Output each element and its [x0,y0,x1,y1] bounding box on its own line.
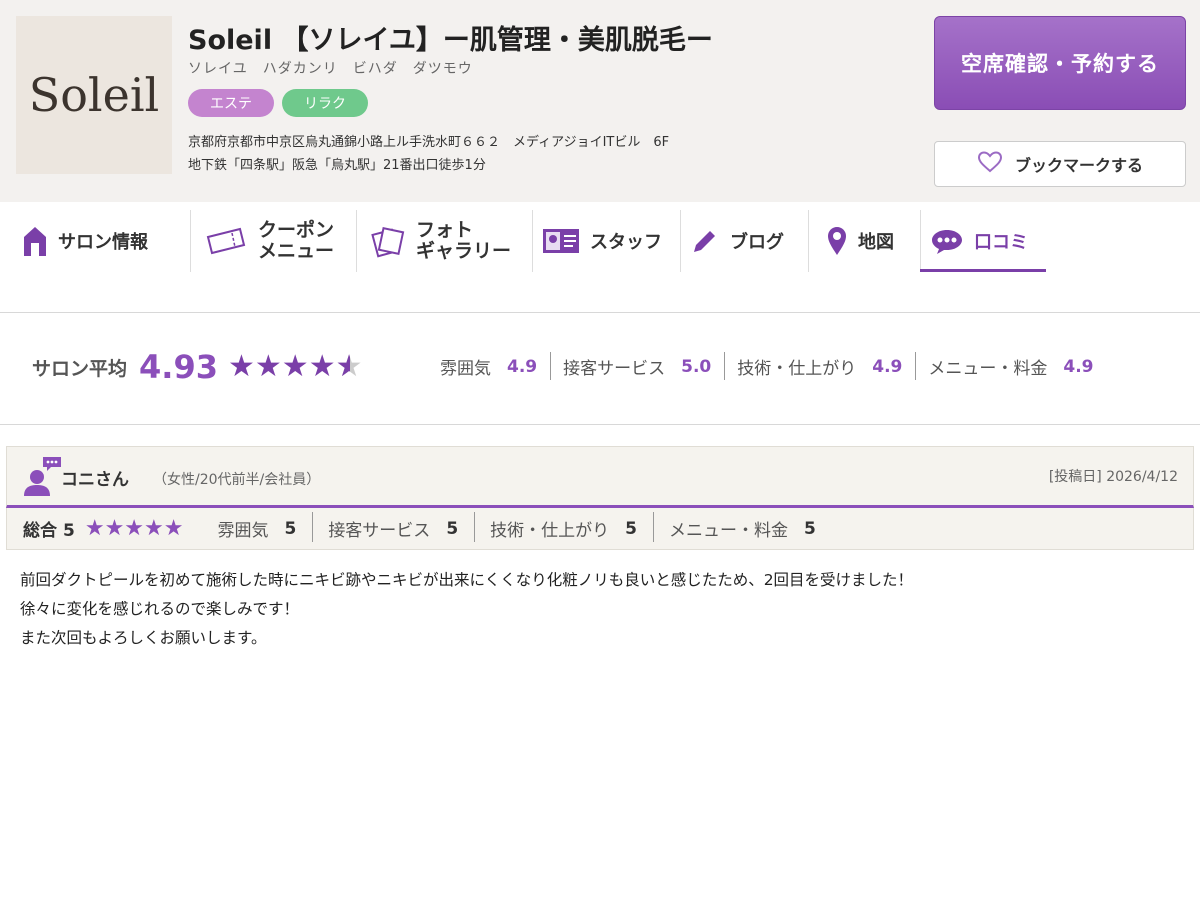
home-icon [22,224,48,258]
star-icon: ★ [254,349,282,384]
tab-reviews[interactable]: 口コミ [920,210,1046,272]
salon-access: 地下鉄「四条駅」阪急「烏丸駅」21番出口徒歩1分 [188,158,486,173]
genre-tags: エステ リラク [188,89,368,117]
coupon-icon [204,225,248,257]
tab-label: クーポン メニュー [258,219,335,262]
post-date: [投稿日] 2026/4/12 [1048,469,1178,485]
review-stars: ★★★★★ [84,516,184,541]
pencil-icon [690,226,720,256]
divider [0,312,1200,313]
star-icon: ★ [281,349,309,384]
star-icon: ★ [227,349,255,384]
category-atmosphere: 雰囲気 4.9 [440,356,538,380]
tab-label: フォト ギャラリー [416,219,512,262]
reviewer-meta: （女性/20代前半/会社員） [153,472,321,488]
staff-card-icon [542,227,580,255]
tag-esthe: エステ [188,89,274,117]
speech-bubble-icon [930,227,964,255]
review-line: 前回ダクトピールを初めて施術した時にニキビ跡やニキビが出来にくくなり化粧ノリも良… [20,571,914,589]
review-line: また次回もよろしくお願いします。 [20,629,267,647]
tab-salon-info[interactable]: サロン情報 [0,210,190,272]
total-score: 総合 5 [23,521,75,541]
category-service: 接客サービス 5 [312,512,474,542]
tab-label: 口コミ [974,232,1028,253]
tab-staff[interactable]: スタッフ [532,210,680,272]
tag-relax: リラク [282,89,368,117]
tab-photo-gallery[interactable]: フォト ギャラリー [356,210,532,272]
salon-kana: ソレイユ ハダカンリ ビハダ ダツモウ [188,61,473,77]
salon-logo[interactable]: Soleil [16,16,172,174]
category-menu-price: メニュー・料金 5 [653,512,832,542]
category-technique: 技術・仕上がり 4.9 [724,352,915,380]
half-star-icon: ★ [336,352,363,383]
reserve-button[interactable]: 空席確認・予約する [934,16,1186,110]
salon-header: Soleil Soleil 【ソレイユ】ー肌管理・美肌脱毛ー ソレイユ ハダカン… [0,0,1200,202]
photo-icon [370,224,406,258]
category-technique: 技術・仕上がり 5 [474,512,653,542]
review-scores: 総合 5 ★★★★★ 雰囲気 5 接客サービス 5 技術・仕上がり 5 メニュー・… [6,508,1194,550]
tab-label: サロン情報 [58,232,148,253]
tab-coupon-menu[interactable]: クーポン メニュー [190,210,356,272]
average-score: 4.93 [139,348,218,386]
review-body: 前回ダクトピールを初めて施術した時にニキビ跡やニキビが出来にくくなり化粧ノリも良… [20,566,1180,653]
bookmark-button[interactable]: ブックマークする [934,141,1186,187]
review-line: 徐々に変化を感じれるので楽しみです！ [20,600,300,618]
salon-average: サロン平均 4.93 ★ ★ ★ ★ ★ [32,344,363,390]
bookmark-label: ブックマークする [1014,156,1143,175]
average-categories: 雰囲気 4.9 接客サービス 5.0 技術・仕上がり 4.9 メニュー・料金 4… [440,352,1107,380]
category-atmosphere: 雰囲気 5 [217,518,297,542]
category-service: 接客サービス 5.0 [550,352,724,380]
heart-icon [977,150,1003,178]
divider [0,424,1200,425]
review-categories: 雰囲気 5 接客サービス 5 技術・仕上がり 5 メニュー・料金 5 [217,512,832,542]
tab-blog[interactable]: ブログ [680,210,808,272]
tab-label: 地図 [858,232,894,253]
map-pin-icon [826,226,848,256]
salon-address: 京都府京都市中京区烏丸通錦小路上ル手洗水町６６２ メディアジョイITビル 6F [188,135,670,150]
review-header: コニさん （女性/20代前半/会社員） [投稿日] 2026/4/12 [6,446,1194,508]
category-menu-price: メニュー・料金 4.9 [915,352,1106,380]
reviewer-avatar-icon [21,455,63,501]
tab-label: ブログ [730,232,784,253]
star-icon: ★ [308,349,336,384]
tab-map[interactable]: 地図 [808,210,920,272]
salon-tabs: サロン情報 クーポン メニュー フォト ギャラリー スタッフ ブログ 地図 口コ… [0,210,1200,272]
average-label: サロン平均 [32,357,128,380]
salon-name: Soleil 【ソレイユ】ー肌管理・美肌脱毛ー [188,25,713,56]
average-stars: ★ ★ ★ ★ ★ [227,349,363,384]
tab-label: スタッフ [590,232,662,253]
reviewer-name: コニさん [61,470,129,490]
